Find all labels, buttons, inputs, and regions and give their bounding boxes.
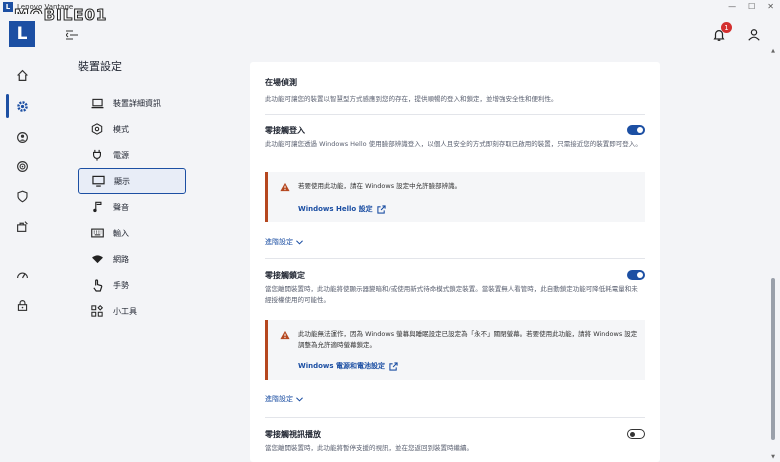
advanced-settings-link-1[interactable]: 進階設定 (265, 237, 303, 247)
link-label: Windows Hello 設定 (298, 205, 373, 213)
external-link-icon (377, 204, 386, 214)
lock-icon[interactable] (0, 291, 44, 319)
hand-icon (90, 278, 104, 292)
scroll-thumb[interactable] (771, 278, 775, 440)
plug-icon (90, 148, 104, 162)
minimize-icon[interactable]: — (728, 2, 736, 11)
zero-touch-lock-title: 零接觸鎖定 (265, 271, 305, 280)
mode-icon (90, 122, 104, 136)
zero-touch-lock-description: 當您離開裝置時，此功能將使顯示器變暗和/或使用新式待命模式鎖定裝置。當裝置無人看… (265, 285, 638, 304)
nav-label: 網路 (113, 254, 129, 264)
user-icon[interactable] (747, 28, 761, 42)
laptop-icon (90, 96, 104, 110)
gear-icon[interactable] (0, 92, 44, 120)
section-description: 此功能可讓您的裝置以智慧型方式感應到您的存在，提供順暢的登入和鎖定，並增強安全性… (265, 95, 558, 103)
nav-label: 手勢 (113, 280, 129, 290)
section-title: 在場偵測 (265, 78, 297, 87)
maximize-icon[interactable]: ☐ (748, 2, 755, 11)
warning-icon (280, 330, 290, 340)
gauge-icon[interactable] (0, 261, 44, 289)
window-controls: — ☐ ✕ (728, 2, 774, 11)
widgets-icon (90, 304, 104, 318)
nav-item-mode[interactable]: 模式 (78, 116, 186, 142)
keyboard-icon (90, 226, 104, 240)
zero-touch-login-description: 此功能可讓您透過 Windows Hello 使用臉部辨識登入，以個人且安全的方… (265, 140, 642, 148)
zero-touch-video-description: 當您離開裝置時，此功能將暫停支援的視訊，並在您返回到裝置時繼續。 (265, 444, 473, 452)
zero-touch-login-warning: 若要使用此功能，請在 Windows 設定中允許臉部辨識。 Windows He… (265, 172, 645, 222)
zero-touch-login-toggle[interactable] (627, 125, 645, 135)
divider (265, 258, 645, 259)
nav-item-sound[interactable]: 聲音 (78, 194, 186, 220)
nav-label: 模式 (113, 124, 129, 134)
zero-touch-video-title: 零接觸視訊播放 (265, 430, 321, 439)
settings-nav: 裝置詳細資訊 模式 電源 顯示 聲音 輸入 網路 手勢 小工具 (78, 90, 186, 324)
nav-item-widgets[interactable]: 小工具 (78, 298, 186, 324)
link-label: Windows 電源和電池設定 (298, 362, 385, 370)
zero-touch-lock-warning: 此功能無法運作，因為 Windows 螢幕與睡眠設定已設定為「永不」關閉螢幕。若… (265, 320, 645, 380)
notification-badge: 1 (721, 22, 732, 33)
warning-text: 若要使用此功能，請在 Windows 設定中允許臉部辨識。 (298, 182, 462, 190)
nav-item-input[interactable]: 輸入 (78, 220, 186, 246)
chevron-down-icon (296, 396, 303, 402)
monitor-icon (91, 174, 105, 188)
nav-label: 顯示 (114, 176, 130, 186)
wifi-security-icon[interactable] (0, 152, 44, 180)
scrollbar[interactable]: ▲ ▼ (770, 48, 776, 462)
music-note-icon (90, 200, 104, 214)
nav-item-gestures[interactable]: 手勢 (78, 272, 186, 298)
app-icon: L (3, 2, 13, 12)
zero-touch-video-toggle[interactable] (627, 429, 645, 439)
lenovo-logo: L (9, 21, 35, 47)
toolbox-icon[interactable] (0, 212, 44, 240)
advanced-label: 進階設定 (265, 238, 293, 246)
nav-label: 輸入 (113, 228, 129, 238)
zero-touch-login-title: 零接觸登入 (265, 126, 305, 135)
page-title: 裝置設定 (78, 60, 122, 73)
warning-icon (280, 182, 290, 192)
nav-label: 聲音 (113, 202, 129, 212)
chevron-down-icon (296, 239, 303, 245)
divider (265, 114, 645, 115)
warning-text: 此功能無法運作，因為 Windows 螢幕與睡眠設定已設定為「永不」關閉螢幕。若… (298, 330, 638, 349)
nav-label: 小工具 (113, 306, 137, 316)
title-bar: L Lenovo Vantage — ☐ ✕ (0, 0, 780, 14)
nav-label: 裝置詳細資訊 (113, 98, 161, 108)
nav-item-power[interactable]: 電源 (78, 142, 186, 168)
shield-icon[interactable] (0, 182, 44, 210)
external-link-icon (389, 361, 398, 371)
windows-hello-settings-link[interactable]: Windows Hello 設定 (298, 204, 386, 214)
close-icon[interactable]: ✕ (767, 2, 774, 11)
support-icon[interactable] (0, 123, 44, 151)
advanced-label: 進階設定 (265, 395, 293, 403)
windows-power-settings-link[interactable]: Windows 電源和電池設定 (298, 361, 398, 371)
nav-label: 電源 (113, 150, 129, 160)
content-panel: 在場偵測 此功能可讓您的裝置以智慧型方式感應到您的存在，提供順暢的登入和鎖定，並… (250, 62, 660, 462)
nav-item-network[interactable]: 網路 (78, 246, 186, 272)
home-icon[interactable] (0, 61, 44, 89)
advanced-settings-link-2[interactable]: 進階設定 (265, 394, 303, 404)
nav-item-display[interactable]: 顯示 (78, 168, 186, 194)
collapse-menu-icon[interactable] (66, 30, 78, 40)
zero-touch-lock-toggle[interactable] (627, 270, 645, 280)
nav-item-device-details[interactable]: 裝置詳細資訊 (78, 90, 186, 116)
scroll-down-icon[interactable]: ▼ (770, 454, 776, 460)
divider (265, 417, 645, 418)
wifi-icon (90, 252, 104, 266)
scroll-up-icon[interactable]: ▲ (770, 48, 776, 54)
icon-rail: L (0, 14, 44, 462)
